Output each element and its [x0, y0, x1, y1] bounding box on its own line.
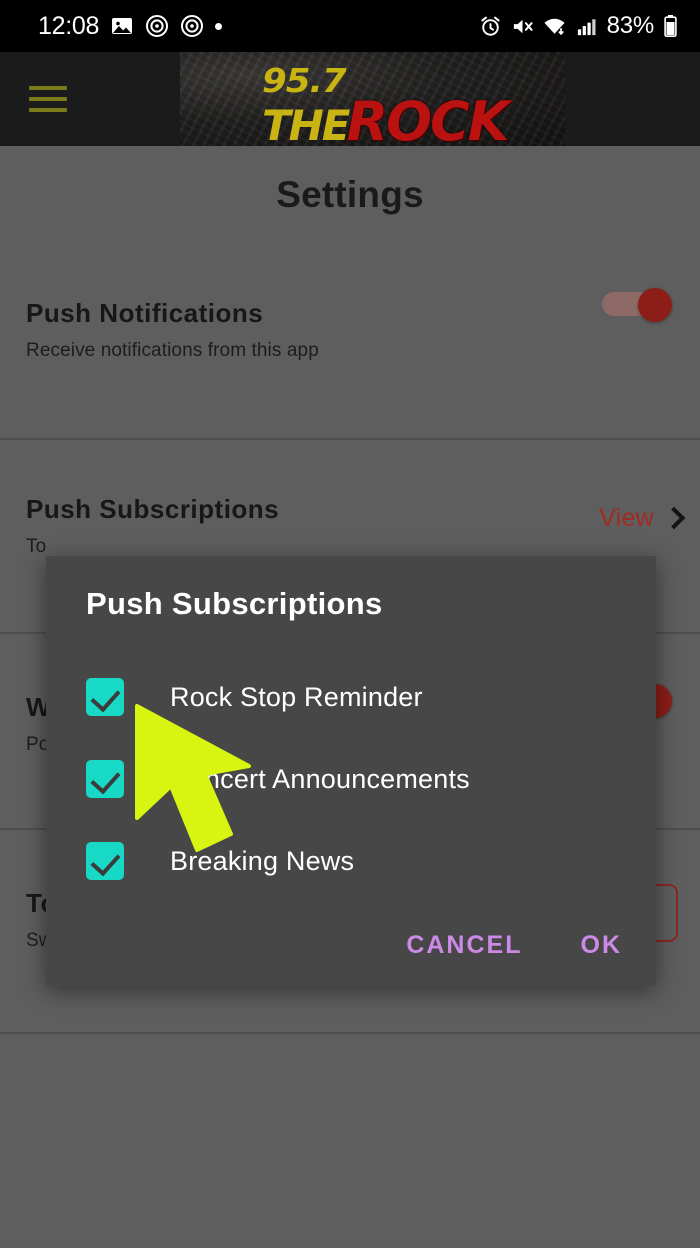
dialog-item-rock-stop-reminder[interactable]: Rock Stop Reminder	[86, 656, 626, 738]
row-subtitle: To	[26, 536, 674, 558]
settings-row-push-notifications[interactable]: Push Notifications Receive notifications…	[0, 298, 700, 362]
settings-row-push-subscriptions[interactable]: Push Subscriptions To View	[0, 494, 700, 558]
dialog-item-concert-announcements[interactable]: Concert Announcements	[86, 738, 626, 820]
logo-frequency: 95.7	[262, 64, 510, 97]
section-divider	[0, 438, 700, 440]
checkbox-checked-icon[interactable]	[86, 760, 124, 798]
logo-wordmark: THE ROCK	[262, 95, 492, 146]
status-bar-left: 12:08	[38, 12, 222, 41]
dot-icon	[215, 23, 222, 30]
hamburger-bar	[29, 108, 67, 112]
hamburger-bar	[29, 86, 67, 90]
signal-icon	[575, 15, 598, 38]
battery-icon	[663, 14, 678, 38]
dialog-item-label: Concert Announcements	[170, 764, 470, 795]
push-notifications-toggle[interactable]	[602, 288, 678, 320]
hamburger-bar	[29, 97, 67, 101]
at-circle-icon	[145, 14, 169, 38]
hamburger-icon[interactable]	[29, 82, 67, 116]
image-icon	[110, 14, 134, 38]
dialog-title: Push Subscriptions	[86, 586, 383, 622]
checkbox-checked-icon[interactable]	[86, 842, 124, 880]
section-divider	[0, 1032, 700, 1034]
row-title: Push Subscriptions	[26, 494, 674, 525]
wifi-icon	[543, 15, 566, 38]
toggle-thumb	[638, 288, 672, 322]
battery-percent-label: 83%	[607, 12, 654, 40]
app-header: 95.7 THE ROCK	[0, 52, 700, 146]
clock: 12:08	[38, 12, 99, 41]
ok-button[interactable]: OK	[579, 927, 625, 964]
checkbox-checked-icon[interactable]	[86, 678, 124, 716]
station-logo-banner[interactable]: 95.7 THE ROCK	[180, 52, 565, 146]
dialog-item-label: Rock Stop Reminder	[170, 682, 423, 713]
logo-the-text: THE	[262, 105, 349, 146]
push-subscriptions-dialog: Push Subscriptions Rock Stop Reminder Co…	[46, 556, 656, 986]
row-subtitle: Receive notifications from this app	[26, 340, 674, 362]
alarm-icon	[479, 15, 502, 38]
dialog-item-label: Breaking News	[170, 846, 354, 877]
phone-screen: 12:08	[0, 0, 700, 1248]
dialog-item-breaking-news[interactable]: Breaking News	[86, 820, 626, 902]
status-bar-right: 83%	[479, 12, 678, 40]
logo-rock-text: ROCK	[347, 95, 508, 146]
at-circle-icon	[180, 14, 204, 38]
chevron-right-icon[interactable]	[663, 506, 686, 529]
view-link-label[interactable]: View	[599, 504, 654, 533]
status-bar: 12:08	[0, 0, 700, 52]
view-action[interactable]: View	[599, 504, 682, 533]
cancel-button[interactable]: CANCEL	[404, 927, 524, 964]
row-title: Push Notifications	[26, 298, 674, 329]
station-logo: 95.7 THE ROCK	[262, 64, 492, 146]
dialog-checkbox-list: Rock Stop Reminder Concert Announcements…	[86, 656, 626, 902]
page-title: Settings	[0, 174, 700, 216]
dialog-actions: CANCEL OK	[404, 927, 624, 964]
mute-icon	[511, 15, 534, 38]
